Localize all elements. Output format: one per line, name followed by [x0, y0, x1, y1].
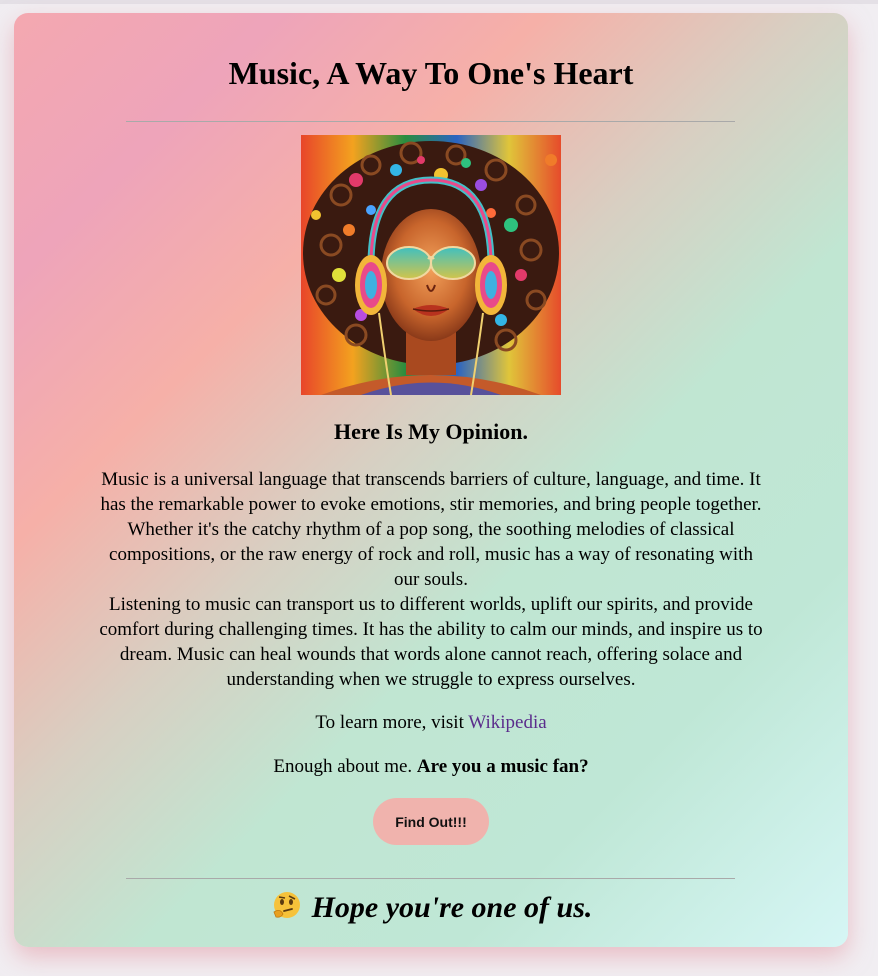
closing-text: Hope you're one of us. — [311, 891, 593, 924]
music-fan-question: Enough about me. Are you a music fan? — [14, 754, 848, 779]
divider-top — [126, 121, 735, 122]
wikipedia-link[interactable]: Wikipedia — [468, 712, 546, 733]
section-heading: Here Is My Opinion. — [334, 419, 528, 444]
learn-more-prefix: To learn more, visit — [315, 712, 469, 733]
browser-top-strip — [0, 0, 878, 4]
thinking-face-icon — [270, 890, 304, 920]
opinion-paragraph-2: Listening to music can transport us to d… — [99, 594, 763, 690]
fan-prefix: Enough about me. — [273, 756, 417, 777]
closing-line: Hope you're one of us. — [14, 888, 848, 928]
fan-question-bold: Are you a music fan? — [416, 756, 589, 777]
page-title: Music, A Way To One's Heart — [228, 55, 634, 91]
find-out-button[interactable]: Find Out!!! — [373, 798, 489, 845]
opinion-paragraph-1: Music is a universal language that trans… — [100, 469, 762, 590]
content-card: Music, A Way To One's Heart Here Is My O… — [14, 13, 848, 947]
divider-bottom — [126, 878, 735, 879]
music-artwork-image — [301, 135, 561, 395]
learn-more-text: To learn more, visit Wikipedia — [14, 710, 848, 735]
